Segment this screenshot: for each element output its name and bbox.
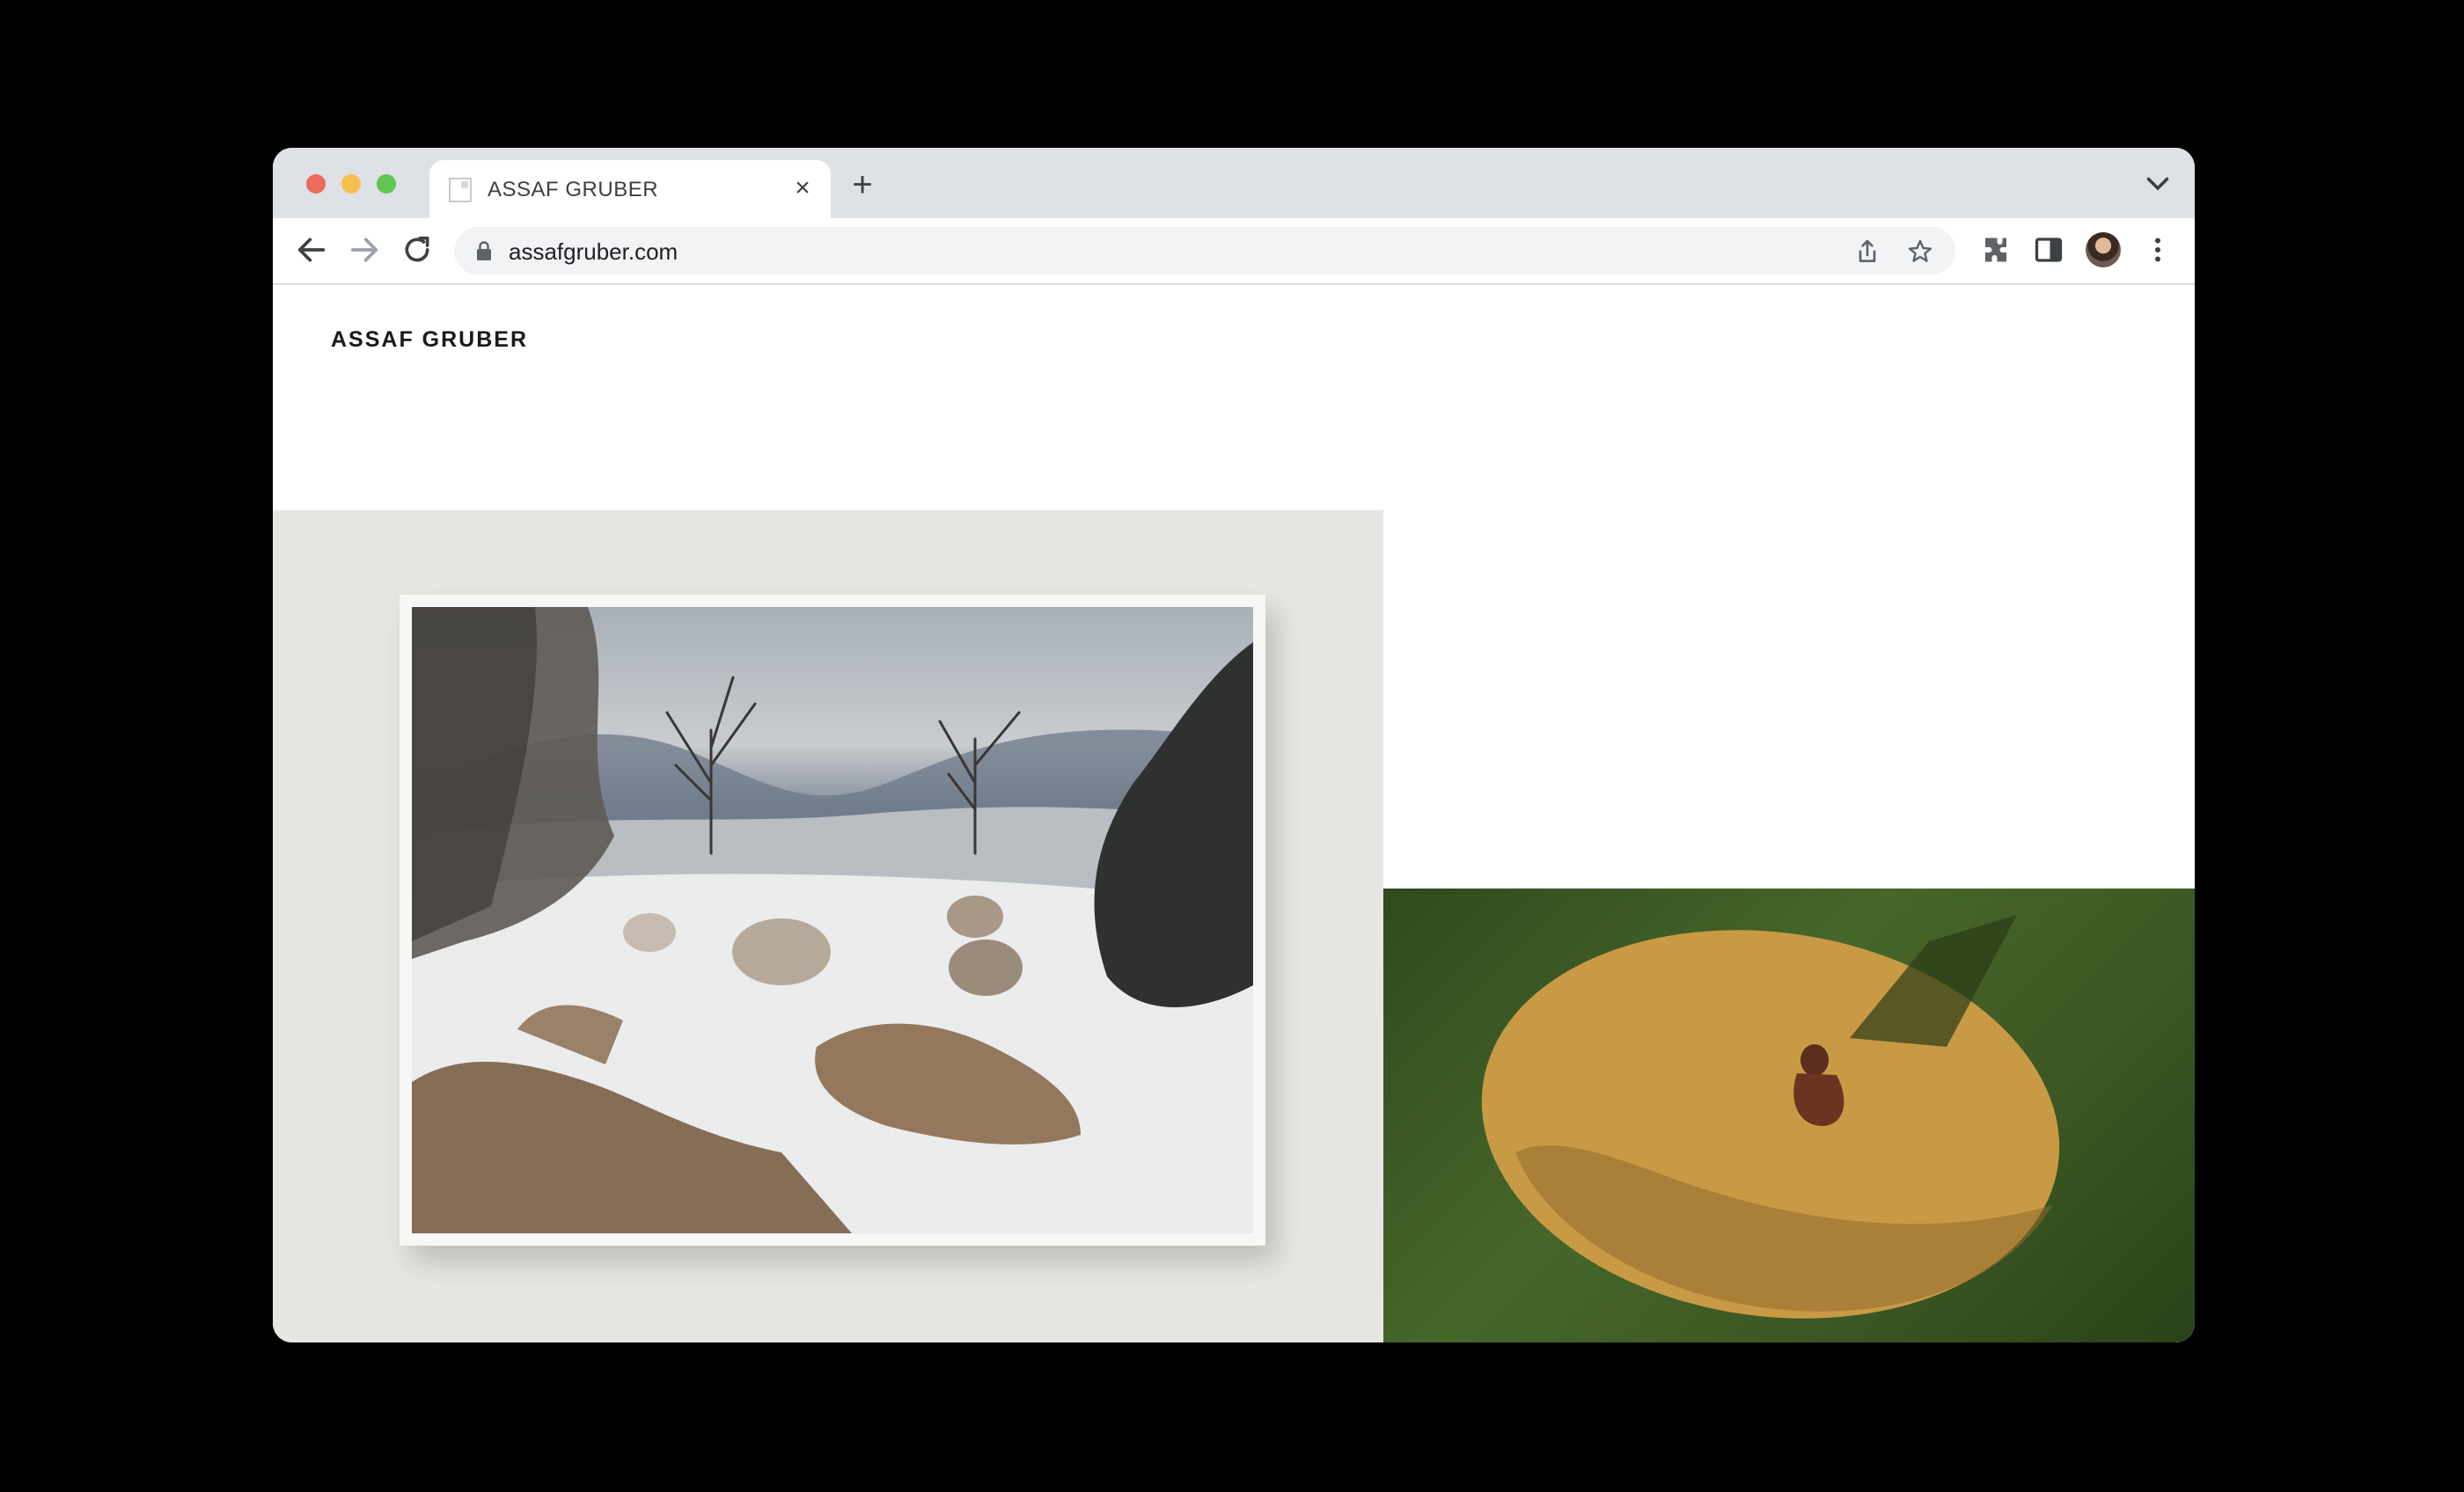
chevron-down-icon[interactable] bbox=[2142, 167, 2174, 199]
gallery-wall-image[interactable] bbox=[273, 510, 1383, 1342]
browser-window: ASSAF GRUBER × + assafgruber.com ASSAF G… bbox=[273, 148, 2195, 1342]
page-content: ASSAF GRUBER bbox=[273, 285, 2195, 1342]
artwork-frame bbox=[400, 595, 1265, 1246]
site-title-link[interactable]: ASSAF GRUBER bbox=[331, 327, 528, 353]
new-tab-icon[interactable]: + bbox=[843, 165, 882, 204]
lock-icon[interactable] bbox=[475, 240, 493, 261]
tab-close-icon[interactable]: × bbox=[787, 172, 818, 204]
address-bar[interactable]: assafgruber.com bbox=[454, 227, 1955, 274]
page-favicon-icon bbox=[449, 178, 472, 202]
reload-icon[interactable] bbox=[400, 232, 435, 267]
bookmark-star-icon[interactable] bbox=[1906, 238, 1934, 266]
forward-arrow-icon[interactable] bbox=[347, 232, 382, 267]
side-panel-icon[interactable] bbox=[2033, 234, 2064, 266]
tab-strip: ASSAF GRUBER × + bbox=[273, 148, 2195, 218]
aerial-sand-island-image[interactable] bbox=[1383, 889, 2195, 1342]
minimize-window-button[interactable] bbox=[341, 174, 361, 194]
share-icon[interactable] bbox=[1853, 238, 1881, 266]
back-arrow-icon[interactable] bbox=[294, 232, 329, 267]
snowy-landscape-photo bbox=[412, 607, 1253, 1233]
url-text[interactable]: assafgruber.com bbox=[509, 238, 678, 266]
extensions-puzzle-icon[interactable] bbox=[1980, 234, 2012, 266]
tab-assaf-gruber[interactable]: ASSAF GRUBER × bbox=[429, 160, 831, 218]
profile-avatar[interactable] bbox=[2086, 232, 2121, 267]
close-window-button[interactable] bbox=[306, 174, 326, 194]
tab-title: ASSAF GRUBER bbox=[488, 178, 659, 201]
more-menu-icon[interactable] bbox=[2142, 234, 2174, 266]
browser-toolbar: assafgruber.com bbox=[273, 218, 2195, 285]
maximize-window-button[interactable] bbox=[377, 174, 396, 194]
